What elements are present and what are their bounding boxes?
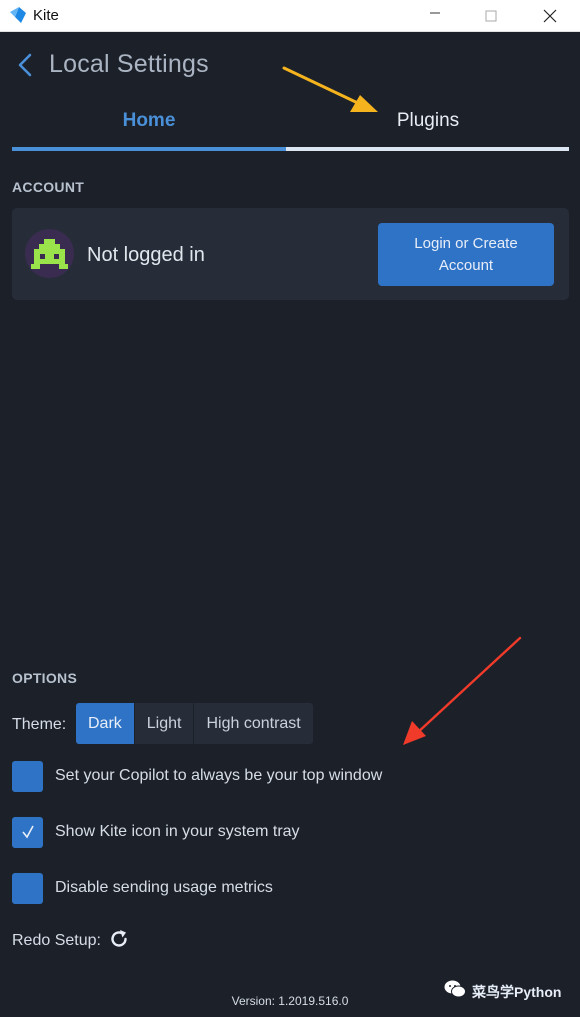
minimize-button[interactable] xyxy=(412,0,458,32)
page-title: Local Settings xyxy=(49,50,209,78)
option-always-on-top: Set your Copilot to always be your top w… xyxy=(12,760,382,792)
usage-metrics-checkbox[interactable] xyxy=(12,872,43,904)
red-arrow-icon xyxy=(403,636,522,745)
maximize-icon xyxy=(485,10,497,22)
maximize-button[interactable] xyxy=(468,0,514,32)
tab-indicator-active xyxy=(12,147,286,151)
login-button[interactable]: Login or Create Account xyxy=(378,223,554,286)
tab-indicator-inactive xyxy=(286,147,569,151)
yellow-arrow-icon xyxy=(282,66,378,112)
checkmark-icon xyxy=(21,825,34,839)
window-titlebar: Kite xyxy=(0,0,580,32)
options-section-label: OPTIONS xyxy=(12,670,78,686)
refresh-icon[interactable] xyxy=(108,928,130,950)
tray-icon-label: Show Kite icon in your system tray xyxy=(55,823,300,840)
redo-setup-label: Redo Setup: xyxy=(12,932,101,949)
minimize-icon xyxy=(430,12,440,14)
tab-home[interactable]: Home xyxy=(49,110,249,136)
tab-plugins[interactable]: Plugins xyxy=(328,110,528,136)
account-section-label: ACCOUNT xyxy=(12,179,85,195)
avatar xyxy=(25,229,74,278)
option-usage-metrics: Disable sending usage metrics xyxy=(12,872,273,904)
always-on-top-checkbox[interactable] xyxy=(12,760,43,792)
space-invader-icon xyxy=(31,239,68,269)
annotation-arrows xyxy=(282,66,522,745)
theme-option-high-contrast[interactable]: High contrast xyxy=(194,703,312,744)
theme-option-light[interactable]: Light xyxy=(135,703,195,744)
usage-metrics-label: Disable sending usage metrics xyxy=(55,879,273,896)
chevron-left-icon[interactable] xyxy=(14,52,36,78)
always-on-top-label: Set your Copilot to always be your top w… xyxy=(55,767,383,784)
theme-option-dark[interactable]: Dark xyxy=(76,703,135,744)
close-button[interactable] xyxy=(527,0,573,32)
theme-selector: Dark Light High contrast xyxy=(76,703,313,744)
wechat-icon xyxy=(444,980,466,998)
tray-icon-checkbox[interactable] xyxy=(12,816,43,848)
account-card: Not logged in Login or Create Account xyxy=(12,208,569,300)
option-tray-icon: Show Kite icon in your system tray xyxy=(12,816,300,848)
kite-logo-icon xyxy=(10,7,26,23)
account-status: Not logged in xyxy=(87,244,205,266)
theme-label: Theme: xyxy=(12,716,67,733)
watermark-text: 菜鸟学Python xyxy=(472,984,562,1000)
close-icon xyxy=(543,9,557,23)
window-title: Kite xyxy=(33,7,59,24)
